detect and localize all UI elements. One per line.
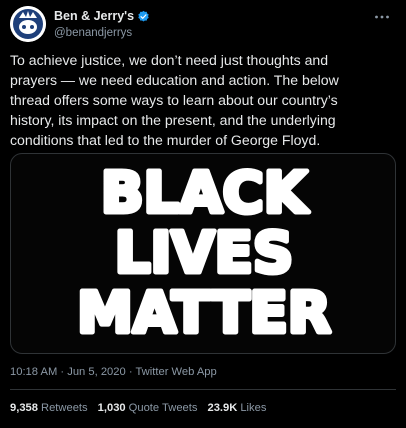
quote-tweets-count: 1,030: [97, 402, 126, 414]
name-row: Ben & Jerry's: [54, 9, 150, 23]
quote-tweets-label: Quote Tweets: [128, 402, 198, 414]
retweets-count: 9,358: [10, 402, 38, 414]
blm-graphic: BLACK LIVES MATTER: [75, 159, 334, 349]
meta-separator: ·: [128, 366, 133, 378]
tweet-source[interactable]: Twitter Web App: [135, 366, 216, 378]
tweet-text-line: prayers — we need education and action. …: [10, 72, 339, 88]
tweet-meta: 10:18 AM · Jun 5, 2020 · Twitter Web App: [10, 366, 217, 378]
tweet-text: To achieve justice, we don’t need just t…: [10, 50, 400, 150]
meta-separator: ·: [60, 366, 65, 378]
likes-label: Likes: [240, 402, 267, 414]
tweet-date[interactable]: Jun 5, 2020: [67, 366, 125, 378]
more-options-button[interactable]: [372, 10, 392, 24]
avatar[interactable]: [10, 6, 46, 42]
tweet-card: Ben & Jerry's @benandjerrys To achieve j…: [0, 0, 406, 428]
tweet-text-line: history, its impact on the present, and …: [10, 112, 336, 128]
media-word-matter: MATTER: [77, 281, 331, 346]
avatar-logo-icon: [10, 6, 46, 42]
media-word-lives: LIVES: [115, 221, 293, 286]
display-name[interactable]: Ben & Jerry's: [54, 9, 134, 23]
quote-tweets-stat[interactable]: 1,030 Quote Tweets: [98, 402, 198, 414]
engagement-stats: 9,358 Retweets 1,030 Quote Tweets 23.9K …: [10, 402, 266, 414]
tweet-text-line: conditions that led to the murder of Geo…: [10, 132, 321, 148]
divider: [10, 389, 396, 390]
retweets-label: Retweets: [41, 402, 88, 414]
verified-badge-icon: [137, 10, 150, 23]
tweet-media-image[interactable]: BLACK LIVES MATTER: [10, 153, 396, 354]
likes-count: 23.9K: [207, 402, 238, 414]
tweet-text-line: To achieve justice, we don’t need just t…: [10, 52, 329, 68]
tweet-header: Ben & Jerry's @benandjerrys: [10, 6, 396, 42]
more-options-icon: [375, 15, 389, 19]
tweet-time[interactable]: 10:18 AM: [10, 366, 57, 378]
tweet-text-line: thread offers some ways to learn about o…: [10, 92, 338, 108]
likes-stat[interactable]: 23.9K Likes: [207, 402, 266, 414]
retweets-stat[interactable]: 9,358 Retweets: [10, 402, 88, 414]
media-word-black: BLACK: [101, 161, 310, 226]
user-handle[interactable]: @benandjerrys: [54, 27, 132, 39]
